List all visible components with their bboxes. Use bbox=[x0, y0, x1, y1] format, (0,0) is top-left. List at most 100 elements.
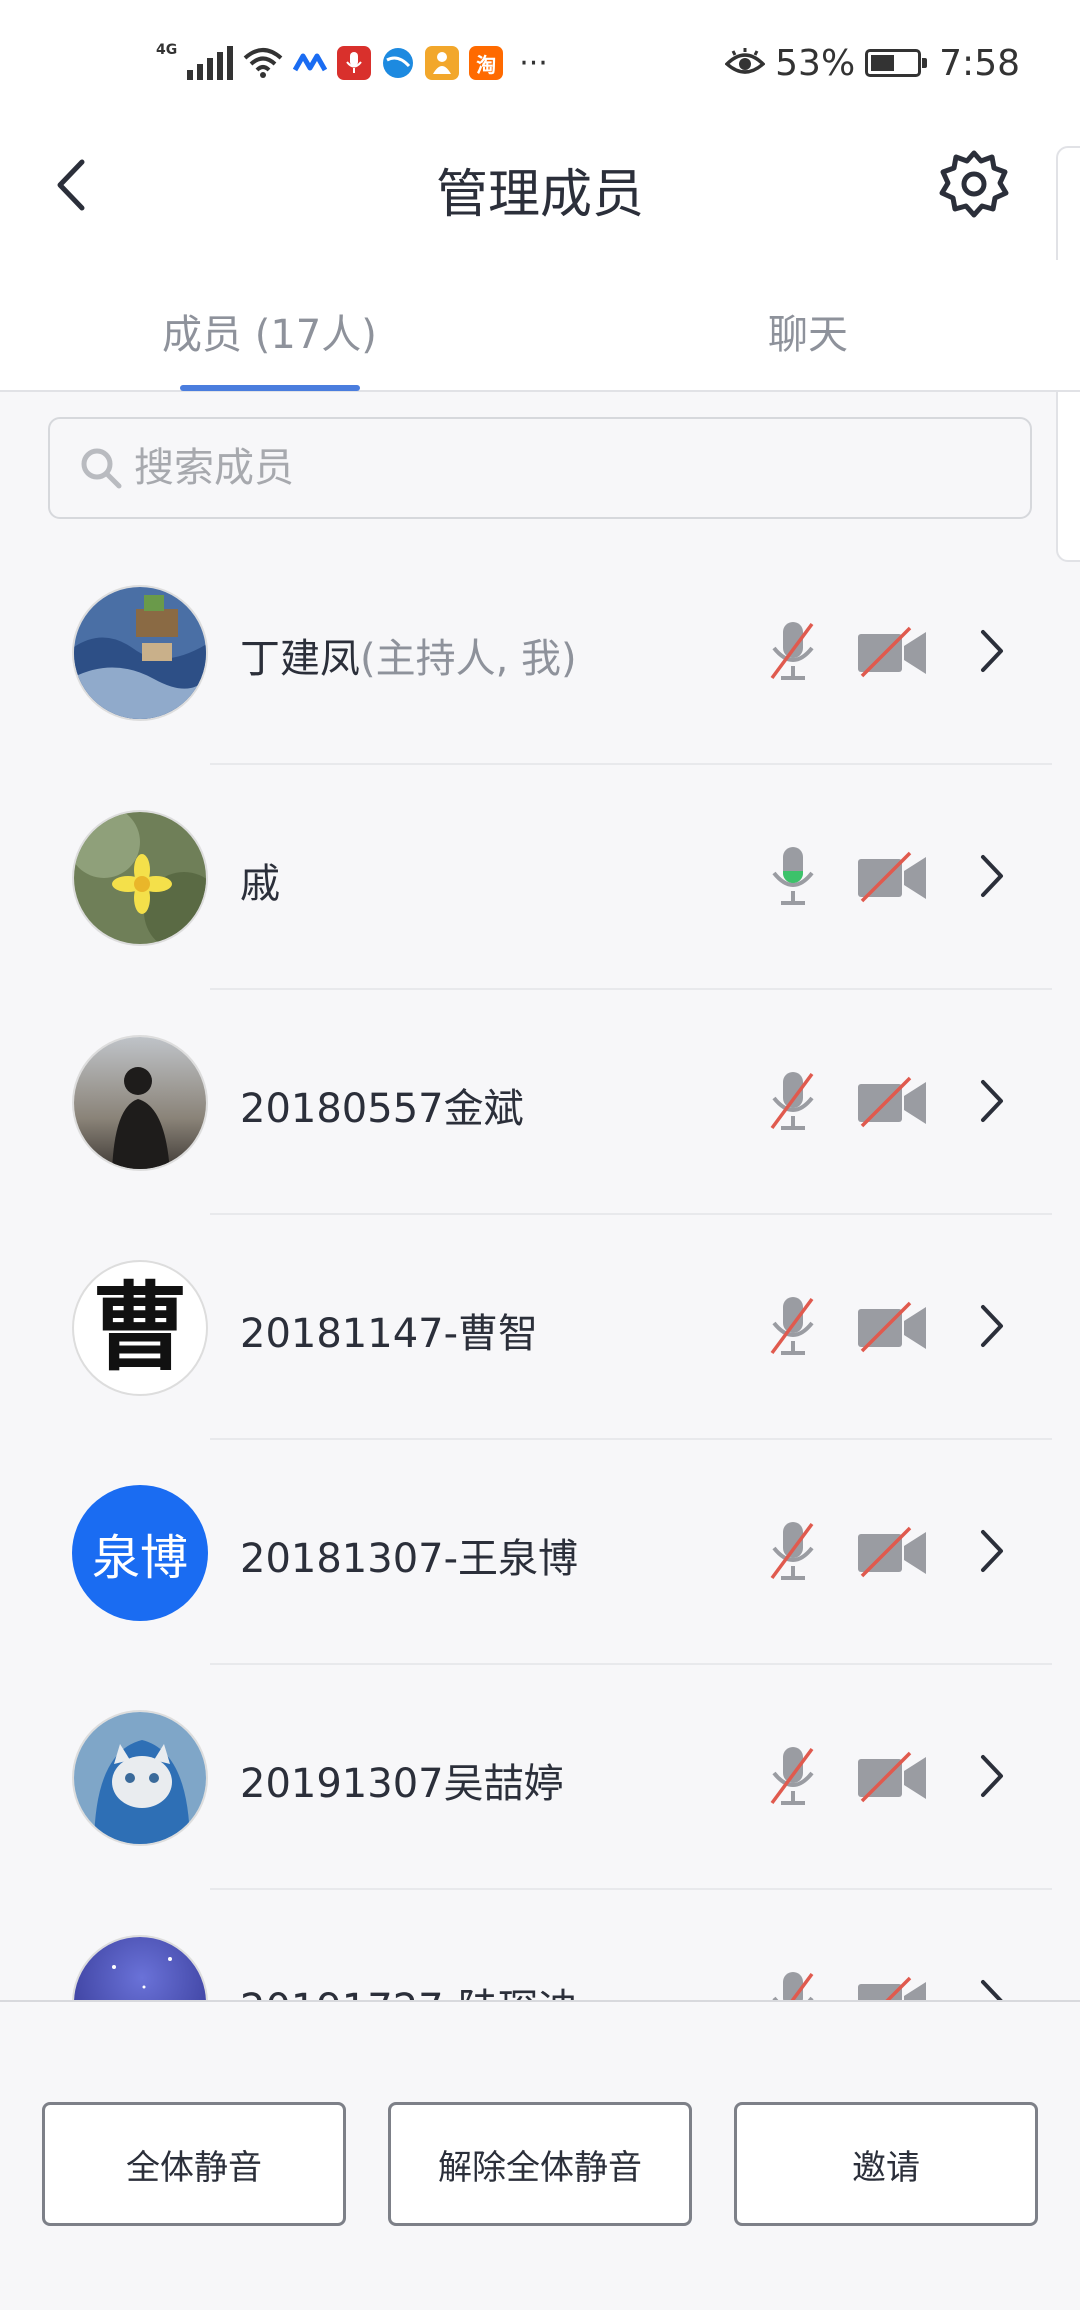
battery-icon bbox=[865, 49, 928, 77]
camera-off-icon bbox=[858, 1301, 926, 1353]
camera-toggle[interactable] bbox=[856, 851, 928, 903]
mic-toggle[interactable] bbox=[768, 1295, 818, 1357]
unmute-all-button[interactable]: 解除全体静音 bbox=[388, 2102, 692, 2226]
mic-muted-icon bbox=[770, 1522, 814, 1580]
avatar bbox=[72, 1710, 208, 1846]
mic-toggle[interactable] bbox=[768, 620, 818, 682]
member-name: 20191727-陆琛迪 bbox=[240, 1976, 578, 2000]
eye-comfort-icon bbox=[725, 48, 766, 74]
status-bar: 4G 淘 ··· 53% 7:58 bbox=[0, 0, 1080, 120]
member-detail-button[interactable] bbox=[975, 1526, 1009, 1576]
recorder-app-icon bbox=[337, 46, 372, 80]
camera-off-icon bbox=[858, 1076, 926, 1128]
camera-toggle[interactable] bbox=[856, 1751, 928, 1803]
avatar-flower-photo bbox=[74, 812, 206, 944]
member-name: 丁建凤(主持人, 我) bbox=[240, 636, 577, 682]
mic-muted-icon bbox=[770, 622, 814, 680]
avatar: 泉博 bbox=[72, 1485, 208, 1621]
member-row[interactable]: 20180557金斌 bbox=[0, 990, 1080, 1215]
camera-toggle[interactable] bbox=[856, 1301, 928, 1353]
member-name: 20180557金斌 bbox=[240, 1086, 524, 1132]
mic-toggle[interactable] bbox=[768, 1520, 818, 1582]
member-row[interactable]: 丁建凤(主持人, 我) bbox=[0, 540, 1080, 765]
browser-app-icon bbox=[383, 48, 414, 78]
member-detail-button[interactable] bbox=[975, 1976, 1009, 2000]
avatar-landscape-photo bbox=[74, 587, 206, 719]
avatar bbox=[72, 810, 208, 946]
member-row[interactable]: 20191727-陆琛迪 bbox=[0, 1890, 1080, 2000]
avatar-cat-photo bbox=[74, 1712, 206, 1844]
search-input[interactable] bbox=[134, 419, 994, 517]
gear-icon bbox=[939, 150, 1009, 218]
active-tab-indicator bbox=[180, 385, 360, 391]
mic-muted-icon bbox=[770, 1072, 814, 1130]
camera-off-icon bbox=[858, 1976, 926, 2000]
chevron-right-icon bbox=[981, 1530, 1003, 1572]
header-bar: 管理成员 bbox=[0, 120, 1080, 260]
member-row[interactable]: 曹 20181147-曹智 bbox=[0, 1215, 1080, 1440]
signal-icon bbox=[187, 46, 234, 80]
camera-off-icon bbox=[858, 626, 926, 678]
camera-toggle[interactable] bbox=[856, 1976, 928, 2000]
bottom-action-bar: 全体静音 解除全体静音 邀请 bbox=[0, 2000, 1080, 2310]
clock: 7:58 bbox=[939, 42, 1020, 84]
mic-toggle[interactable] bbox=[768, 1745, 818, 1807]
camera-toggle[interactable] bbox=[856, 1076, 928, 1128]
mic-muted-icon bbox=[772, 1972, 814, 2000]
avatar-silhouette-photo bbox=[74, 1037, 206, 1169]
page-title: 管理成员 bbox=[435, 165, 644, 225]
settings-button[interactable] bbox=[936, 147, 1012, 223]
member-detail-button[interactable] bbox=[975, 851, 1009, 901]
avatar: 曹 bbox=[72, 1260, 208, 1396]
mute-all-button[interactable]: 全体静音 bbox=[42, 2102, 346, 2226]
chevron-right-icon bbox=[981, 1980, 1003, 2000]
tab-members[interactable]: 成员 (17人) bbox=[162, 302, 377, 360]
battery-percent: 53% bbox=[775, 42, 856, 84]
status-right: 53% 7:58 bbox=[725, 38, 1020, 88]
member-list: 丁建凤(主持人, 我) 戚 20180557金斌 曹 20181147-曹智 泉… bbox=[0, 540, 1080, 2000]
kids-app-icon bbox=[425, 46, 460, 80]
search-icon bbox=[81, 448, 122, 489]
camera-toggle[interactable] bbox=[856, 626, 928, 678]
tab-chat[interactable]: 聊天 bbox=[768, 302, 848, 360]
member-row[interactable]: 戚 bbox=[0, 765, 1080, 990]
member-detail-button[interactable] bbox=[975, 626, 1009, 676]
camera-off-icon bbox=[858, 851, 926, 903]
more-notifications-icon: ··· bbox=[519, 45, 548, 81]
search-box[interactable] bbox=[48, 417, 1032, 519]
mic-active-icon bbox=[772, 847, 814, 905]
member-detail-button[interactable] bbox=[975, 1076, 1009, 1126]
taobao-app-icon: 淘 bbox=[469, 46, 504, 80]
member-name: 20181307-王泉博 bbox=[240, 1536, 579, 1582]
wifi-icon bbox=[243, 48, 283, 78]
mic-toggle[interactable] bbox=[768, 845, 818, 907]
member-row[interactable]: 20191307吴喆婷 bbox=[0, 1665, 1080, 1890]
avatar bbox=[72, 585, 208, 721]
member-name: 20191307吴喆婷 bbox=[240, 1761, 564, 1807]
mic-toggle[interactable] bbox=[768, 1070, 818, 1132]
invite-button[interactable]: 邀请 bbox=[734, 2102, 1038, 2226]
member-name: 戚 bbox=[240, 861, 280, 907]
camera-toggle[interactable] bbox=[856, 1526, 928, 1578]
camera-off-icon bbox=[858, 1751, 926, 1803]
member-detail-button[interactable] bbox=[975, 1751, 1009, 1801]
avatar bbox=[72, 1935, 208, 2000]
mic-toggle[interactable] bbox=[768, 1970, 818, 2000]
avatar bbox=[72, 1035, 208, 1171]
battery-fill bbox=[871, 55, 895, 71]
mic-muted-icon bbox=[770, 1747, 814, 1805]
mic-muted-icon bbox=[770, 1297, 814, 1355]
avatar-night-sky-photo bbox=[74, 1937, 206, 2000]
status-left: 4G 淘 ··· bbox=[156, 38, 548, 88]
chevron-right-icon bbox=[981, 855, 1003, 897]
member-name: 20181147-曹智 bbox=[240, 1311, 539, 1357]
app-wave-icon bbox=[293, 53, 328, 72]
avatar-character: 曹 bbox=[92, 1271, 188, 1384]
member-row[interactable]: 泉博 20181307-王泉博 bbox=[0, 1440, 1080, 1665]
chevron-right-icon bbox=[981, 1080, 1003, 1122]
chevron-right-icon bbox=[981, 630, 1003, 672]
network-type: 4G bbox=[156, 42, 178, 58]
camera-off-icon bbox=[858, 1526, 926, 1578]
member-detail-button[interactable] bbox=[975, 1301, 1009, 1351]
chevron-right-icon bbox=[981, 1305, 1003, 1347]
